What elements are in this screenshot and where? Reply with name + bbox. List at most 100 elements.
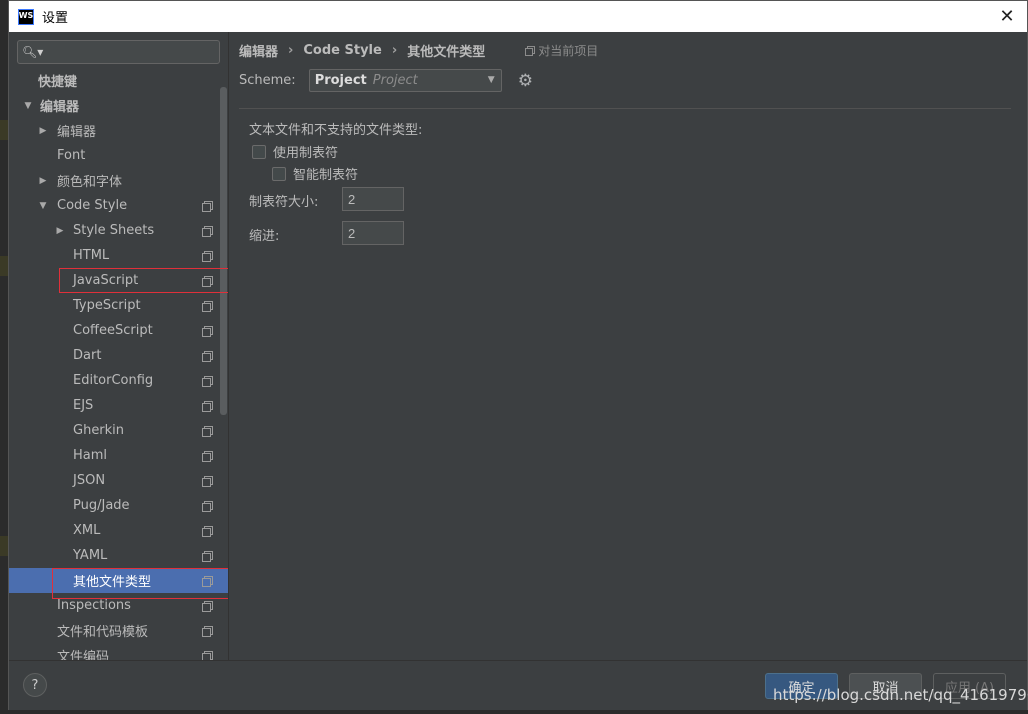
project-scope-icon [202,200,213,212]
tree-item-label: Style Sheets [73,223,155,238]
tree-item-pug-jade[interactable]: Pug/Jade [9,493,228,518]
use-tab-checkbox[interactable] [252,144,266,159]
tree-item-ejs[interactable]: EJS [9,393,228,418]
help-button[interactable]: ? [23,673,47,697]
tree-item-xml[interactable]: XML [9,518,228,543]
tab-size-label: 制表符大小: [249,195,319,210]
scheme-name: Project [314,73,367,88]
gear-icon[interactable]: ⚙ [518,71,533,91]
tree-item-editor-root[interactable]: ▼ 编辑器 [9,93,228,118]
use-tab-label: 使用制表符 [273,146,339,161]
tree-item-label: Haml [73,448,108,463]
close-icon[interactable]: ✕ [997,6,1017,27]
tree-item-label: Gherkin [73,423,125,438]
project-scope-icon [202,425,213,437]
background-editor-strip [0,0,8,714]
settings-content-panel: 编辑器 › Code Style › 其他文件类型 对当前项目 Scheme: … [230,32,1027,660]
tree-item-dart[interactable]: Dart [9,343,228,368]
tree-item-label: YAML [73,548,108,563]
tree-item-editor-general[interactable]: ▶ 编辑器 [9,118,228,143]
project-scope-icon [202,350,213,362]
expand-right-icon[interactable]: ▶ [37,176,49,186]
breadcrumb-separator: › [288,42,294,58]
tree-item-label: EJS [73,398,94,413]
selection-highlight-box [52,568,228,599]
expand-down-icon[interactable]: ▼ [22,101,34,111]
tree-item-haml[interactable]: Haml [9,443,228,468]
settings-tree-panel: 🔍︎▾ 快捷键 ▼ 编辑器 ▶ 编辑器 Font ▶ 颜色和字体 ▼ Code … [9,32,229,660]
indent-label: 缩进: [249,229,280,244]
tree-item-typescript[interactable]: TypeScript [9,293,228,318]
breadcrumb-item: 编辑器 [239,44,279,60]
editor-line-highlight [0,120,8,140]
tree-item-colors-fonts[interactable]: ▶ 颜色和字体 [9,168,228,193]
search-icon: 🔍︎▾ [22,45,44,59]
tree-item-html[interactable]: HTML [9,243,228,268]
window-title: 设置 [42,11,69,26]
smart-tab-row[interactable]: 智能制表符 [272,164,358,183]
tab-size-row: 制表符大小: [249,191,318,210]
tree-item-label: 编辑器 [40,100,80,115]
tree-item-label: TypeScript [73,298,141,313]
smart-tab-label: 智能制表符 [293,168,359,183]
title-bar: WS 设置 ✕ [9,1,1027,32]
tree-item-keymap[interactable]: 快捷键 [9,68,228,93]
tree-item-json[interactable]: JSON [9,468,228,493]
scheme-dropdown[interactable]: Project Project ▼ [308,69,502,92]
tree-item-yaml[interactable]: YAML [9,543,228,568]
tree-item-label: Dart [73,348,102,363]
tree-item-label: 文件和代码模板 [57,625,149,640]
tree-item-label: Font [57,148,86,163]
project-scope-icon [202,650,213,660]
tree-item-font[interactable]: Font [9,143,228,168]
tree-item-gherkin[interactable]: Gherkin [9,418,228,443]
scheme-row: Scheme: Project Project ▼ ⚙ [239,69,533,92]
project-scope-icon [202,500,213,512]
tree-item-file-encodings[interactable]: 文件编码 [9,643,228,660]
tree-item-label: Pug/Jade [73,498,130,513]
breadcrumb-item: 其他文件类型 [407,44,486,60]
use-tab-row[interactable]: 使用制表符 [252,142,338,161]
project-scope-icon [202,550,213,562]
section-title: 文本文件和不支持的文件类型: [249,123,423,138]
indent-row: 缩进: [249,225,279,244]
tree-item-label: 快捷键 [38,75,78,90]
tree-item-label: XML [73,523,101,538]
editor-line-highlight [0,256,8,276]
editor-line-highlight [0,536,8,556]
expand-right-icon[interactable]: ▶ [37,126,49,136]
project-scope-note: 对当前项目 [525,42,598,59]
divider [239,108,1011,109]
project-scope-label: 对当前项目 [538,43,599,58]
tree-item-style-sheets[interactable]: ▶ Style Sheets [9,218,228,243]
tree-item-editorconfig[interactable]: EditorConfig [9,368,228,393]
watermark-text: https://blog.csdn.net/qq_41619796 [773,686,1028,704]
search-input[interactable] [47,42,218,62]
settings-search[interactable]: 🔍︎▾ [17,40,220,64]
project-scope-icon [202,400,213,412]
indent-input[interactable] [342,221,404,245]
settings-dialog: WS 设置 ✕ 🔍︎▾ 快捷键 ▼ 编辑器 ▶ 编辑器 Font ▶ 颜色和字体… [8,0,1028,710]
project-scope-icon [202,450,213,462]
tab-size-input[interactable] [342,187,404,211]
project-scope-icon [202,325,213,337]
project-scope-icon [202,475,213,487]
tree-item-coffeescript[interactable]: CoffeeScript [9,318,228,343]
project-scope-icon [202,225,213,237]
tree-item-label: Code Style [57,198,128,213]
tree-item-file-code-templates[interactable]: 文件和代码模板 [9,618,228,643]
expand-down-icon[interactable]: ▼ [37,201,49,211]
webstorm-app-icon: WS [18,8,34,25]
expand-right-icon[interactable]: ▶ [54,226,66,236]
breadcrumb-separator: › [391,42,398,58]
tree-scrollbar[interactable] [220,87,227,415]
tree-item-code-style[interactable]: ▼ Code Style [9,193,228,218]
tree-item-label: HTML [73,248,110,263]
javascript-highlight-box [59,268,228,293]
tree-item-label: EditorConfig [73,373,154,388]
smart-tab-checkbox[interactable] [272,166,286,181]
breadcrumb: 编辑器 › Code Style › 其他文件类型 对当前项目 [239,41,598,60]
scheme-label: Scheme: [239,73,296,88]
scheme-type: Project [372,73,418,88]
breadcrumb-item: Code Style [303,42,382,58]
